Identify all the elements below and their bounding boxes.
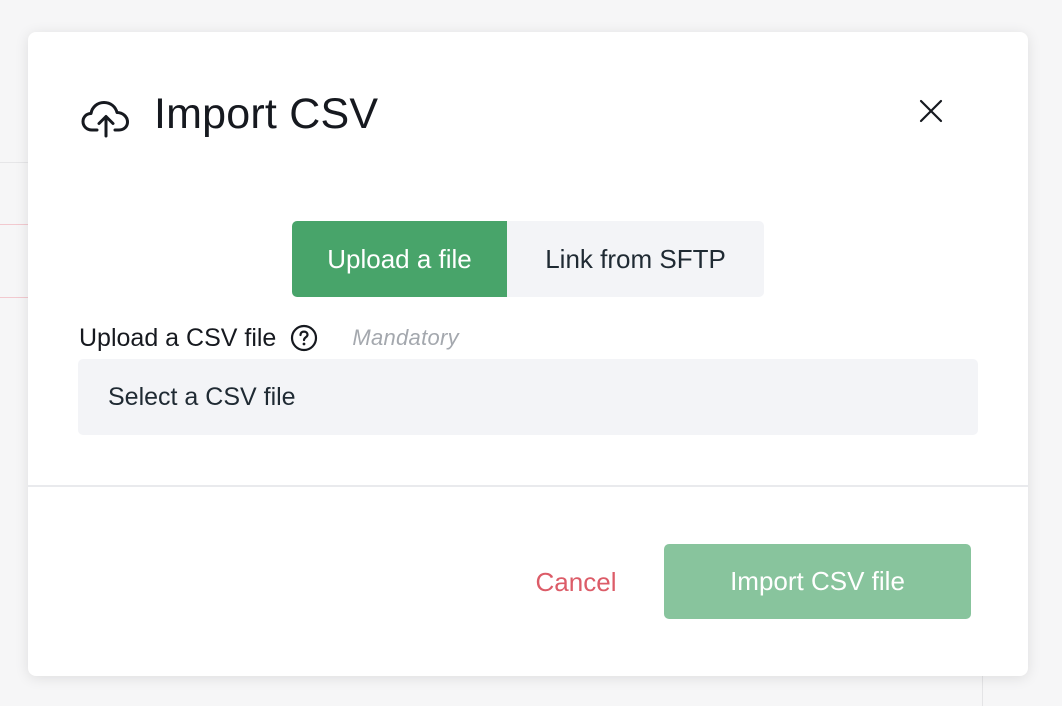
upload-field-label-row: Upload a CSV file Mandatory: [79, 320, 459, 356]
cloud-upload-icon: [80, 98, 132, 138]
source-toggle: Upload a file Link from SFTP: [292, 221, 764, 297]
background-divider: [982, 676, 983, 706]
close-icon[interactable]: [919, 99, 943, 123]
modal-divider: [28, 485, 1028, 487]
modal-title: Import CSV: [154, 90, 379, 138]
modal-header: Import CSV: [28, 32, 1028, 202]
question-circle-icon[interactable]: [290, 324, 318, 352]
link-sftp-tab[interactable]: Link from SFTP: [507, 221, 764, 297]
upload-file-tab[interactable]: Upload a file: [292, 221, 507, 297]
import-csv-modal: Import CSV Upload a file Link from SFTP …: [28, 32, 1028, 676]
mandatory-indicator: Mandatory: [352, 325, 459, 350]
cancel-button[interactable]: Cancel: [514, 544, 638, 620]
csv-file-select[interactable]: Select a CSV file: [78, 359, 978, 435]
upload-field-label: Upload a CSV file: [79, 323, 277, 352]
import-csv-button[interactable]: Import CSV file: [664, 544, 971, 619]
close-button[interactable]: [912, 92, 950, 130]
